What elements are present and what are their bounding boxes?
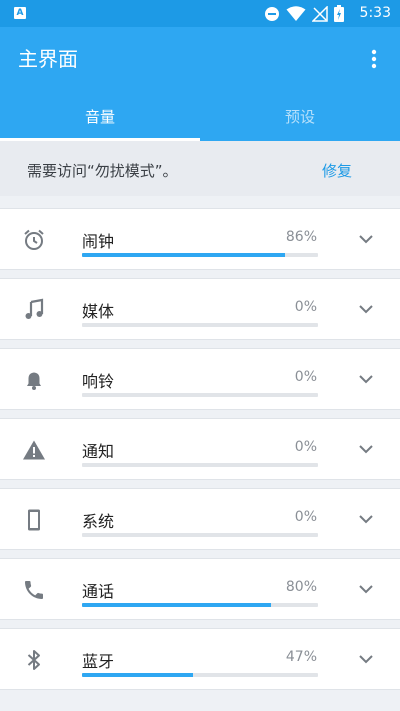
volume-slider-fill (82, 673, 193, 677)
volume-percent: 0% (294, 509, 317, 525)
phone-call-icon (20, 576, 48, 604)
tab-presets[interactable]: 预设 (200, 96, 400, 141)
notice-message: 需要访问“勿扰模式”。 (27, 162, 178, 180)
volume-slider[interactable] (82, 253, 318, 257)
status-icons (264, 5, 344, 22)
volume-label: 蓝牙 (82, 652, 115, 671)
status-bar: A 5:33 (0, 0, 400, 27)
more-vert-icon[interactable] (362, 47, 386, 71)
volume-slider[interactable] (82, 673, 318, 677)
bluetooth-icon (20, 646, 48, 674)
volume-row-bluetooth: 蓝牙 47% (0, 628, 400, 690)
chevron-down-icon[interactable] (358, 651, 374, 667)
volume-label: 闹钟 (82, 232, 115, 251)
app-badge-icon: A (14, 7, 26, 19)
volume-percent: 47% (285, 649, 317, 665)
volume-row-call: 通话 80% (0, 558, 400, 620)
tab-volume-label: 音量 (84, 108, 115, 126)
tab-volume[interactable]: 音量 (0, 96, 200, 141)
volume-percent: 86% (285, 229, 317, 245)
volume-row-ringer: 响铃 0% (0, 348, 400, 410)
page-title: 主界面 (18, 47, 78, 71)
volume-percent: 0% (294, 439, 317, 455)
volume-row-media: 媒体 0% (0, 278, 400, 340)
music-note-icon (20, 296, 48, 324)
volume-row-notification: 通知 0% (0, 418, 400, 480)
battery-charging-icon (334, 5, 344, 22)
warning-icon (20, 436, 48, 464)
volume-slider[interactable] (82, 533, 318, 537)
tab-presets-label: 预设 (284, 108, 315, 126)
volume-label: 通知 (82, 442, 115, 461)
volume-slider-fill (82, 253, 285, 257)
bell-icon (20, 366, 48, 394)
volume-percent: 0% (294, 299, 317, 315)
fix-button[interactable]: 修复 (322, 160, 352, 181)
volume-label: 媒体 (82, 302, 115, 321)
volume-label: 通话 (82, 582, 115, 601)
volume-slider[interactable] (82, 463, 318, 467)
volume-slider[interactable] (82, 393, 318, 397)
permission-notice: 需要访问“勿扰模式”。 修复 (0, 141, 400, 196)
chevron-down-icon[interactable] (358, 231, 374, 247)
volume-slider[interactable] (82, 323, 318, 327)
tab-bar: 音量 预设 (0, 96, 400, 141)
volume-slider-fill (82, 603, 271, 607)
status-time: 5:33 (359, 5, 391, 21)
alarm-clock-icon (20, 226, 48, 254)
chevron-down-icon[interactable] (358, 581, 374, 597)
wifi-icon (286, 5, 306, 21)
volume-label: 系统 (82, 512, 115, 531)
volume-label: 响铃 (82, 372, 115, 391)
volume-row-alarm: 闹钟 86% (0, 208, 400, 270)
volume-row-system: 系统 0% (0, 488, 400, 550)
chevron-down-icon[interactable] (358, 371, 374, 387)
volume-percent: 80% (285, 579, 317, 595)
phone-device-icon (20, 506, 48, 534)
chevron-down-icon[interactable] (358, 511, 374, 527)
volume-slider[interactable] (82, 603, 318, 607)
chevron-down-icon[interactable] (358, 441, 374, 457)
app-bar: 主界面 音量 预设 (0, 27, 400, 141)
chevron-down-icon[interactable] (358, 301, 374, 317)
volume-percent: 0% (294, 369, 317, 385)
no-sim-icon (312, 5, 328, 22)
do-not-disturb-icon (265, 6, 279, 21)
